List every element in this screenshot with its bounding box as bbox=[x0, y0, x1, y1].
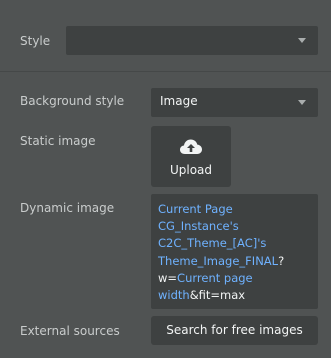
dynamic-token[interactable]: Current Page CG_Instance's C2C_Theme_[AC… bbox=[158, 202, 278, 268]
upload-button-label: Upload bbox=[169, 163, 213, 177]
dynamic-text: &fit=max bbox=[189, 288, 246, 303]
style-label: Style bbox=[20, 34, 51, 48]
background-style-dropdown[interactable]: Image bbox=[151, 88, 318, 117]
style-dropdown[interactable] bbox=[66, 26, 318, 55]
chevron-down-icon bbox=[298, 38, 306, 43]
image-properties-panel: Style Background style Image Static imag… bbox=[0, 0, 331, 358]
background-style-label: Background style bbox=[20, 94, 125, 108]
static-image-label: Static image bbox=[20, 134, 96, 148]
external-sources-label: External sources bbox=[20, 324, 120, 338]
dynamic-image-label: Dynamic image bbox=[20, 201, 115, 215]
chevron-down-icon bbox=[298, 100, 306, 105]
background-style-value: Image bbox=[160, 94, 198, 108]
cloud-upload-icon bbox=[180, 139, 202, 154]
dynamic-image-expression[interactable]: Current Page CG_Instance's C2C_Theme_[AC… bbox=[151, 194, 318, 309]
upload-button[interactable]: Upload bbox=[151, 126, 231, 187]
search-free-images-button[interactable]: Search for free images bbox=[151, 316, 318, 345]
section-divider bbox=[0, 71, 331, 72]
